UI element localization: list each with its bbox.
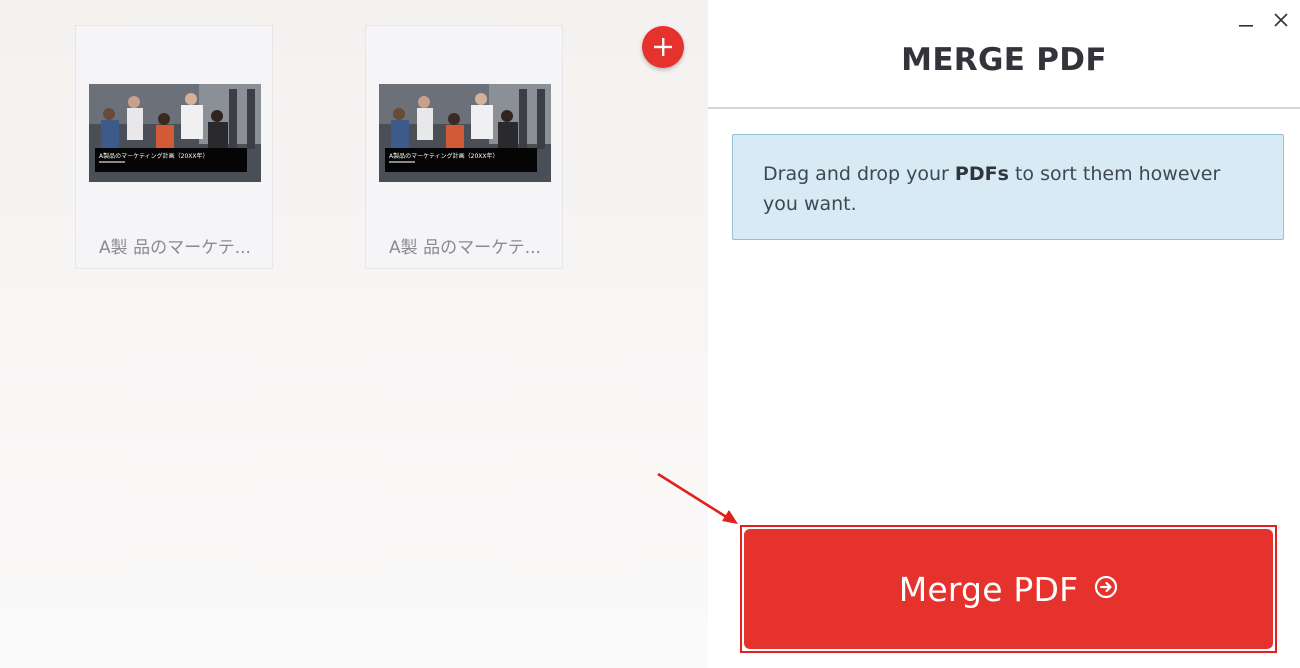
thumbnail-caption-bar: A製品のマーケティング計画（20XX年） <box>95 148 247 172</box>
annotation-arrow <box>657 472 738 524</box>
pdf-file-card[interactable]: A製品のマーケティング計画（20XX年） A製 品のマーケテ... <box>75 25 273 269</box>
thumbnail-subtitle-line <box>99 161 125 163</box>
file-name-label: A製 品のマーケテ... <box>99 238 251 258</box>
plus-icon <box>654 38 672 56</box>
merge-pdf-button[interactable]: Merge PDF <box>744 529 1273 649</box>
pdf-file-card[interactable]: A製品のマーケティング計画（20XX年） A製 品のマーケテ... <box>365 25 563 269</box>
file-name-label: A製 品のマーケテ... <box>389 238 541 258</box>
close-button[interactable] <box>1271 10 1291 30</box>
minimize-button[interactable] <box>1236 10 1256 30</box>
merge-button-label: Merge PDF <box>898 569 1079 609</box>
arrow-circle-right-icon <box>1094 575 1118 599</box>
page-title: MERGE PDF <box>901 42 1107 78</box>
pdf-thumbnail: A製品のマーケティング計画（20XX年） <box>379 84 551 182</box>
minimize-icon <box>1239 25 1253 27</box>
thumbnail-caption-bar: A製品のマーケティング計画（20XX年） <box>385 148 537 172</box>
thumbnail-title: A製品のマーケティング計画（20XX年） <box>99 153 209 160</box>
close-icon <box>1274 13 1288 27</box>
instruction-text: Drag and drop your <box>763 163 955 185</box>
instruction-bold-text: PDFs <box>954 163 1009 185</box>
title-divider <box>708 107 1300 109</box>
add-file-button[interactable] <box>642 26 684 68</box>
file-workspace: A製品のマーケティング計画（20XX年） A製 品のマーケテ... A製品のマー… <box>0 0 708 668</box>
thumbnail-title: A製品のマーケティング計画（20XX年） <box>389 153 499 160</box>
thumbnail-subtitle-line <box>389 161 415 163</box>
pdf-thumbnail: A製品のマーケティング計画（20XX年） <box>89 84 261 182</box>
instruction-box: Drag and drop your PDFs to sort them how… <box>732 134 1284 240</box>
